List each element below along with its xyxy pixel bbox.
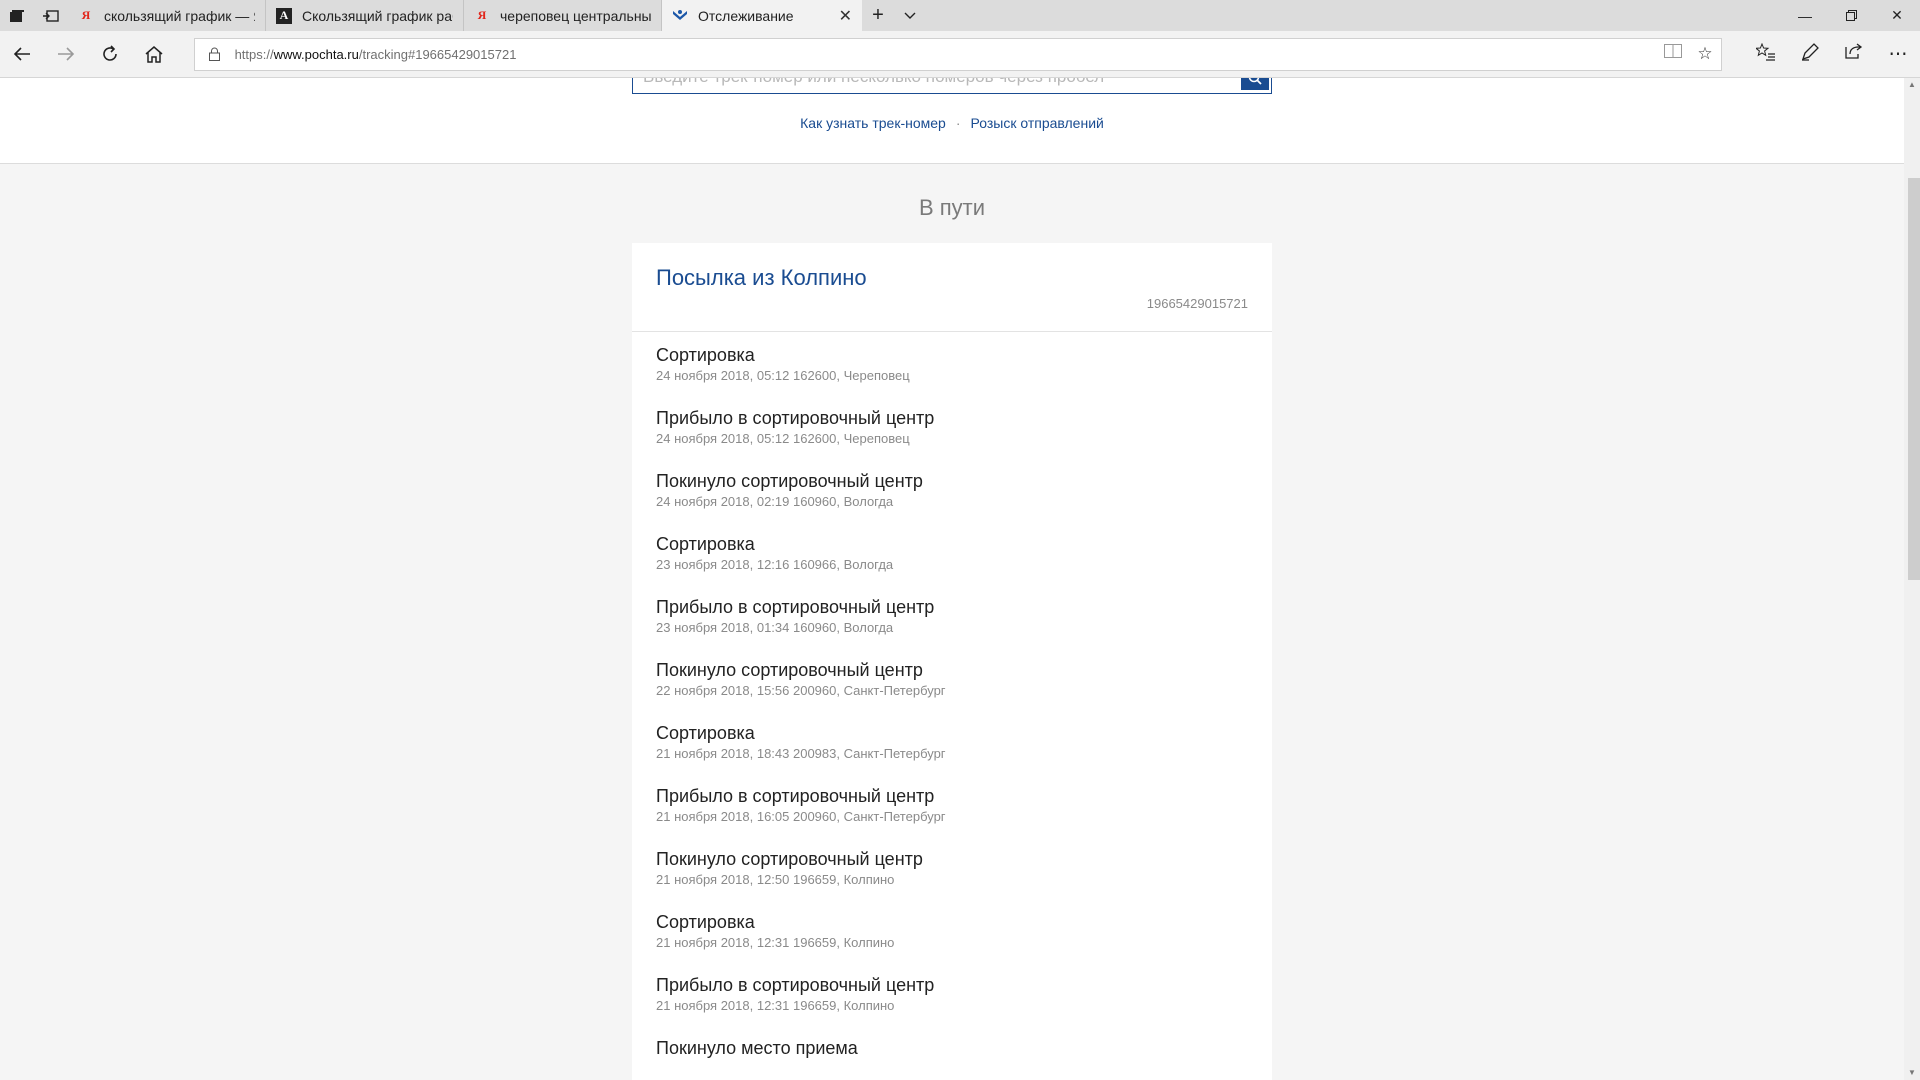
yandex-icon: Я (81, 8, 91, 22)
a-letter-icon: A (276, 7, 292, 24)
parcel-title: Посылка из Колпино (656, 265, 867, 290)
tab-tracking[interactable]: Отслеживание ✕ (662, 0, 862, 31)
event-item: Сортировка 23 ноября 2018, 12:16 160966,… (632, 531, 1272, 594)
parcel-card: Посылка из Колпино 19665429015721 Сортир… (632, 243, 1272, 1080)
event-title: Прибыло в сортировочный центр (656, 408, 935, 428)
share-icon[interactable] (1832, 42, 1876, 66)
tab-label: скользящий график — Янд (104, 7, 255, 24)
tab-label: череповец центральный г (500, 7, 651, 24)
event-title: Прибыло в сортировочный центр (656, 975, 935, 995)
event-item: Покинуло сортировочный центр 21 ноября 2… (632, 846, 1272, 909)
scroll-down-icon[interactable]: ▼ (1904, 1066, 1920, 1080)
url-scheme: https:// (234, 46, 274, 62)
event-item: Сортировка 24 ноября 2018, 05:12 162600,… (632, 342, 1272, 405)
search-icon[interactable] (1241, 78, 1269, 90)
pen-icon[interactable] (1788, 42, 1832, 66)
toolbar-right: ⋯ (1744, 42, 1920, 66)
event-title: Сортировка (656, 723, 755, 743)
chevron-down-icon[interactable] (894, 0, 926, 31)
address-bar[interactable]: https://www.pochta.ru/tracking#196654290… (193, 37, 1722, 71)
event-meta: 23 ноября 2018, 12:16 160966, Вологда (656, 557, 894, 572)
event-title: Прибыло в сортировочный центр (656, 597, 935, 617)
event-item: Сортировка 21 ноября 2018, 18:43 200983,… (632, 720, 1272, 783)
event-title: Сортировка (656, 912, 755, 932)
event-title: Покинуло место приема (656, 1038, 858, 1058)
parcel-header: Посылка из Колпино 19665429015721 (632, 243, 1272, 332)
tab-actions-icon[interactable] (0, 0, 34, 31)
new-tab-icon[interactable]: + (862, 0, 894, 31)
pochta-icon (672, 8, 688, 24)
forward-arrow-icon[interactable] (44, 34, 88, 74)
event-meta: 21 ноября 2018, 18:43 200983, Санкт-Пете… (656, 746, 946, 761)
event-title: Покинуло сортировочный центр (656, 471, 923, 491)
search-placeholder: Введите трек-номер или несколько номеров… (643, 78, 1104, 86)
tab-label: Отслеживание (698, 7, 794, 24)
home-icon[interactable] (132, 34, 176, 74)
event-title: Сортировка (656, 345, 755, 365)
tab-label: Скользящий график работ (302, 7, 453, 24)
event-meta: 21 ноября 2018, 16:05 200960, Санкт-Пете… (656, 809, 946, 824)
minimize-icon[interactable]: — (1782, 0, 1828, 31)
tab-schedule[interactable]: A Скользящий график работ (266, 0, 464, 31)
event-meta: 21 ноября 2018, 12:50 196659, Колпино (656, 872, 895, 887)
refresh-icon[interactable] (88, 34, 132, 74)
favorite-star-icon[interactable]: ☆ (1689, 44, 1721, 64)
scroll-thumb[interactable] (1908, 178, 1920, 580)
page-content: Введите трек-номер или несколько номеров… (0, 78, 1904, 1080)
event-title: Сортировка (656, 534, 755, 554)
shipment-status: В пути (918, 195, 986, 220)
page-scrollbar[interactable]: ▲ ▼ (1904, 78, 1920, 1080)
link-separator: · (955, 115, 961, 131)
event-meta: 24 ноября 2018, 05:12 162600, Череповец (656, 431, 910, 446)
event-meta: 21 ноября 2018, 12:31 196659, Колпино (656, 935, 895, 950)
track-search-input[interactable]: Введите трек-номер или несколько номеров… (632, 78, 1272, 94)
event-item: Прибыло в сортировочный центр 21 ноября … (632, 783, 1272, 846)
event-item: Прибыло в сортировочный центр 23 ноября … (632, 594, 1272, 657)
search-section: Введите трек-номер или несколько номеров… (0, 78, 1904, 164)
event-title: Покинуло сортировочный центр (656, 660, 923, 680)
window-controls: — ✕ (1782, 0, 1920, 31)
url-path: /tracking#19665429015721 (358, 46, 517, 62)
event-meta: 24 ноября 2018, 05:12 162600, Череповец (656, 368, 910, 383)
event-meta: 23 ноября 2018, 01:34 160960, Вологда (656, 620, 894, 635)
event-item: Покинуло сортировочный центр 22 ноября 2… (632, 657, 1272, 720)
help-links: Как узнать трек-номер · Розыск отправлен… (0, 115, 1904, 131)
event-item: Прибыло в сортировочный центр 21 ноября … (632, 972, 1272, 1035)
event-title: Прибыло в сортировочный центр (656, 786, 935, 806)
yandex-icon: Я (477, 8, 487, 22)
tab-strip: Я скользящий график — Янд A Скользящий г… (0, 0, 1920, 31)
event-item: Прибыло в сортировочный центр 24 ноября … (632, 405, 1272, 468)
back-arrow-icon[interactable] (0, 34, 44, 74)
close-tab-icon[interactable]: ✕ (839, 6, 852, 26)
track-number: 19665429015721 (1146, 296, 1248, 311)
scroll-up-icon[interactable]: ▲ (1904, 78, 1920, 92)
lock-icon (207, 47, 223, 61)
set-aside-tabs-icon[interactable] (34, 0, 68, 31)
favorites-hub-icon[interactable] (1744, 42, 1788, 66)
event-item: Покинуло сортировочный центр 24 ноября 2… (632, 468, 1272, 531)
close-window-icon[interactable]: ✕ (1874, 0, 1920, 31)
event-item: Сортировка 21 ноября 2018, 12:31 196659,… (632, 909, 1272, 972)
how-to-find-track-link[interactable]: Как узнать трек-номер (800, 115, 946, 131)
reading-view-icon[interactable] (1657, 44, 1689, 64)
navigation-bar: https://www.pochta.ru/tracking#196654290… (0, 31, 1920, 78)
event-item: Покинуло место приема (632, 1035, 1272, 1080)
more-icon[interactable]: ⋯ (1876, 43, 1920, 66)
search-shipments-link[interactable]: Розыск отправлений (971, 115, 1104, 131)
event-meta: 24 ноября 2018, 02:19 160960, Вологда (656, 494, 894, 509)
tab-cherepovets[interactable]: Я череповец центральный г (464, 0, 662, 31)
event-meta: 22 ноября 2018, 15:56 200960, Санкт-Пете… (656, 683, 946, 698)
event-list: Сортировка 24 ноября 2018, 05:12 162600,… (632, 332, 1272, 1080)
url-host: www.pochta.ru (273, 46, 359, 62)
tab-yandex-search[interactable]: Я скользящий график — Янд (68, 0, 266, 31)
restore-icon[interactable] (1828, 0, 1874, 31)
event-title: Покинуло сортировочный центр (656, 849, 923, 869)
event-meta: 21 ноября 2018, 12:31 196659, Колпино (656, 998, 895, 1013)
